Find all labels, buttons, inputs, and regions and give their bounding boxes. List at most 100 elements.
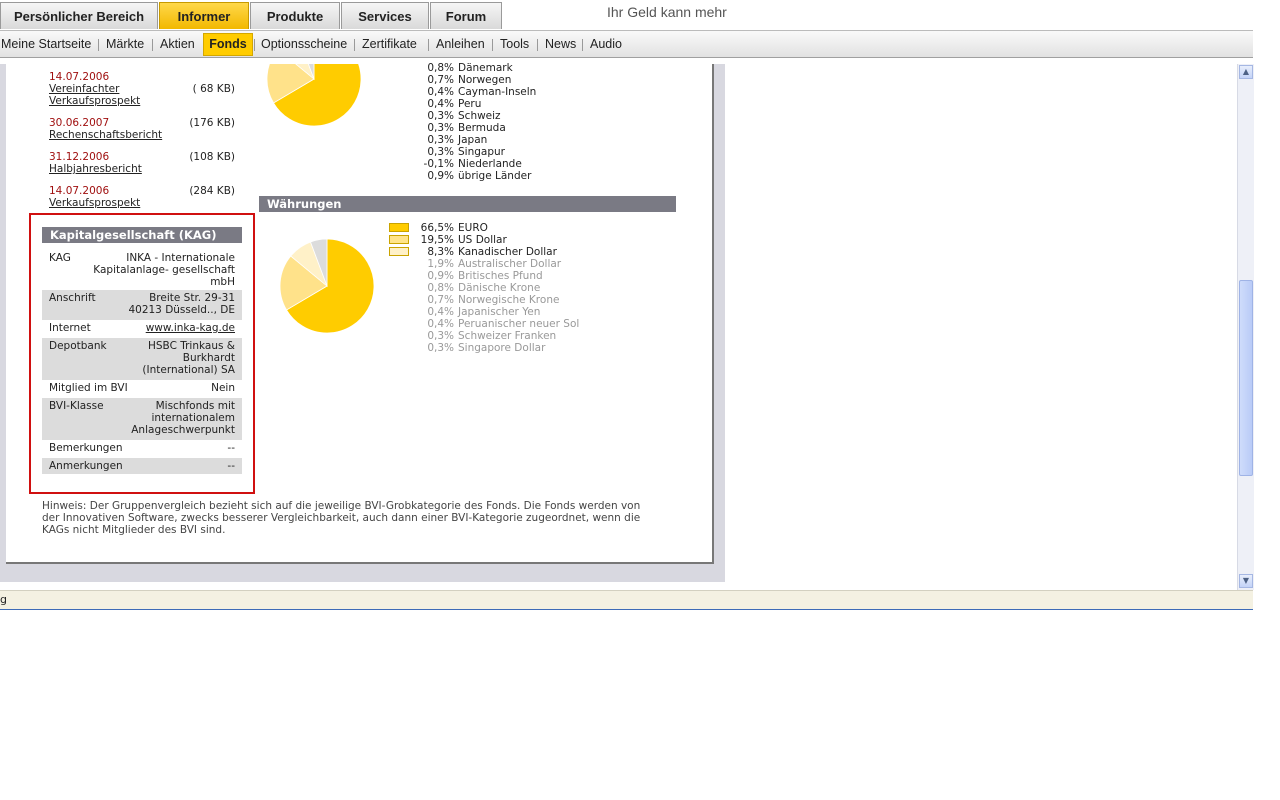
currency-pct: 0,8% [427, 282, 454, 294]
currency-pct: 0,4% [427, 318, 454, 330]
subnav-optionsscheine[interactable]: Optionsscheine [261, 37, 347, 51]
currency-row: 0,8% Dänische Krone [389, 282, 540, 294]
country-pct: 0,3% [427, 122, 454, 134]
kag-row-anmerkungen: Anmerkungen -- [42, 458, 242, 474]
subnav-anleihen[interactable]: Anleihen [436, 37, 485, 51]
tab-produkte[interactable]: Produkte [250, 2, 340, 29]
kag-row-bvi-klasse: BVI-Klasse Mischfonds mit internationalem… [42, 398, 242, 440]
document-date: 31.12.2006 [49, 151, 110, 163]
document-size: (176 KB) [189, 117, 235, 129]
document-link[interactable]: Halbjahresbericht [49, 163, 142, 175]
scroll-up-icon[interactable]: ▲ [1239, 65, 1253, 79]
kag-row-internet: Internet www.inka-kag.de [42, 320, 242, 338]
sub-navigation: Meine Startseite Märkte Aktien Optionssc… [0, 30, 1253, 58]
country-row: 0,4% Cayman-Inseln [416, 86, 536, 98]
subnav-meine-startseite[interactable]: Meine Startseite [1, 37, 91, 51]
document-link[interactable]: Verkaufsprospekt [49, 197, 140, 209]
status-bar: g [0, 590, 1253, 610]
kag-row-kag: KAG INKA - Internationale Kapitalanlage- … [42, 250, 242, 289]
kag-row-anschrift: Anschrift Breite Str. 29-31 40213 Düsseld… [42, 290, 242, 320]
currencies-pie-chart [279, 238, 375, 334]
subnav-zertifikate[interactable]: Zertifikate [362, 37, 417, 51]
country-row: 0,3% Singapur [416, 146, 505, 158]
vertical-scrollbar[interactable]: ▲ ▼ [1237, 64, 1254, 590]
country-name: Niederlande [458, 158, 522, 170]
document-link[interactable]: Vereinfachter [49, 83, 119, 95]
currency-name: Britisches Pfund [458, 270, 543, 282]
country-row: 0,4% Peru [416, 98, 481, 110]
separator [492, 39, 493, 51]
kag-key: Internet [49, 322, 91, 334]
country-pct: -0,1% [423, 158, 454, 170]
kag-row-depotbank: Depotbank HSBC Trinkaus & Burkhardt (Inter… [42, 338, 242, 380]
country-row: 0,3% Bermuda [416, 122, 506, 134]
kag-value: -- [227, 442, 235, 454]
kag-key: KAG [49, 252, 71, 264]
currency-row: 0,4% Peruanischer neuer Sol [389, 318, 579, 330]
legend-swatch [389, 247, 409, 256]
tab-persoenlicher-bereich[interactable]: Persönlicher Bereich [0, 2, 158, 29]
currency-pct: 0,4% [427, 306, 454, 318]
countries-pie-chart [266, 64, 362, 127]
country-row: -0,1% Niederlande [416, 158, 522, 170]
kag-value: Breite Str. 29-31 40213 Düsseld.., DE [128, 292, 235, 316]
kag-value: HSBC Trinkaus & Burkhardt (International) … [142, 340, 235, 376]
kag-key: Anschrift [49, 292, 96, 304]
country-pct: 0,3% [427, 110, 454, 122]
country-name: Cayman-Inseln [458, 86, 537, 98]
kag-value: Mischfonds mit internationalem Anlageschwe… [131, 400, 235, 436]
scroll-down-icon[interactable]: ▼ [1239, 574, 1253, 588]
tab-forum[interactable]: Forum [430, 2, 502, 29]
scroll-thumb[interactable] [1239, 280, 1253, 476]
document-date: 14.07.2006 [49, 185, 110, 197]
subnav-audio[interactable]: Audio [590, 37, 622, 51]
country-name: Norwegen [458, 74, 512, 86]
kag-website-link[interactable]: www.inka-kag.de [146, 322, 235, 334]
country-pct: 0,7% [427, 74, 454, 86]
kag-row-bemerkungen: Bemerkungen -- [42, 440, 242, 458]
document-link[interactable]: Verkaufsprospekt [49, 95, 140, 107]
separator [354, 39, 355, 51]
currency-pct: 0,3% [427, 342, 454, 354]
currency-name: Norwegische Krone [458, 294, 560, 306]
subnav-tools[interactable]: Tools [500, 37, 529, 51]
kag-key: Depotbank [49, 340, 107, 352]
country-name: Dänemark [458, 62, 513, 74]
country-pct: 0,9% [427, 170, 454, 182]
currency-name: Peruanischer neuer Sol [458, 318, 580, 330]
subnav-news[interactable]: News [545, 37, 576, 51]
country-row: 0,7% Norwegen [416, 74, 511, 86]
separator [582, 39, 583, 51]
separator [98, 39, 99, 51]
tagline: Ihr Geld kann mehr [607, 4, 727, 20]
status-text: g [0, 593, 7, 606]
top-navigation: Persönlicher Bereich Informer Produkte S… [0, 0, 1253, 30]
kag-value: INKA - Internationale Kapitalanlage- gese… [93, 252, 235, 288]
kag-key: Bemerkungen [49, 442, 123, 454]
currency-row: 66,5% EURO [389, 222, 488, 234]
subnav-fonds[interactable]: Fonds [203, 33, 253, 56]
currency-pct: 1,9% [427, 258, 454, 270]
hint-text: Hinweis: Der Gruppenvergleich bezieht si… [42, 500, 641, 536]
tab-informer[interactable]: Informer [159, 2, 249, 29]
currency-row: 0,4% Japanischer Yen [389, 306, 540, 318]
country-row: 0,8% Dänemark [416, 62, 513, 74]
country-pct: 0,3% [427, 134, 454, 146]
country-name: Singapur [458, 146, 505, 158]
kag-key: Anmerkungen [49, 460, 123, 472]
kag-row-mitglied: Mitglied im BVI Nein [42, 380, 242, 398]
currency-row: 1,9% Australischer Dollar [389, 258, 561, 270]
subnav-aktien[interactable]: Aktien [160, 37, 195, 51]
document-date: 14.07.2006 [49, 71, 110, 83]
country-name: Bermuda [458, 122, 506, 134]
country-pct: 0,4% [427, 86, 454, 98]
document-size: ( 68 KB) [192, 83, 235, 95]
document-date: 30.06.2007 [49, 117, 110, 129]
separator [254, 39, 255, 51]
separator [428, 39, 429, 51]
tab-services[interactable]: Services [341, 2, 429, 29]
subnav-maerkte[interactable]: Märkte [106, 37, 144, 51]
document-link[interactable]: Rechenschaftsbericht [49, 129, 162, 141]
currency-name: Dänische Krone [458, 282, 541, 294]
currency-name: Schweizer Franken [458, 330, 557, 342]
